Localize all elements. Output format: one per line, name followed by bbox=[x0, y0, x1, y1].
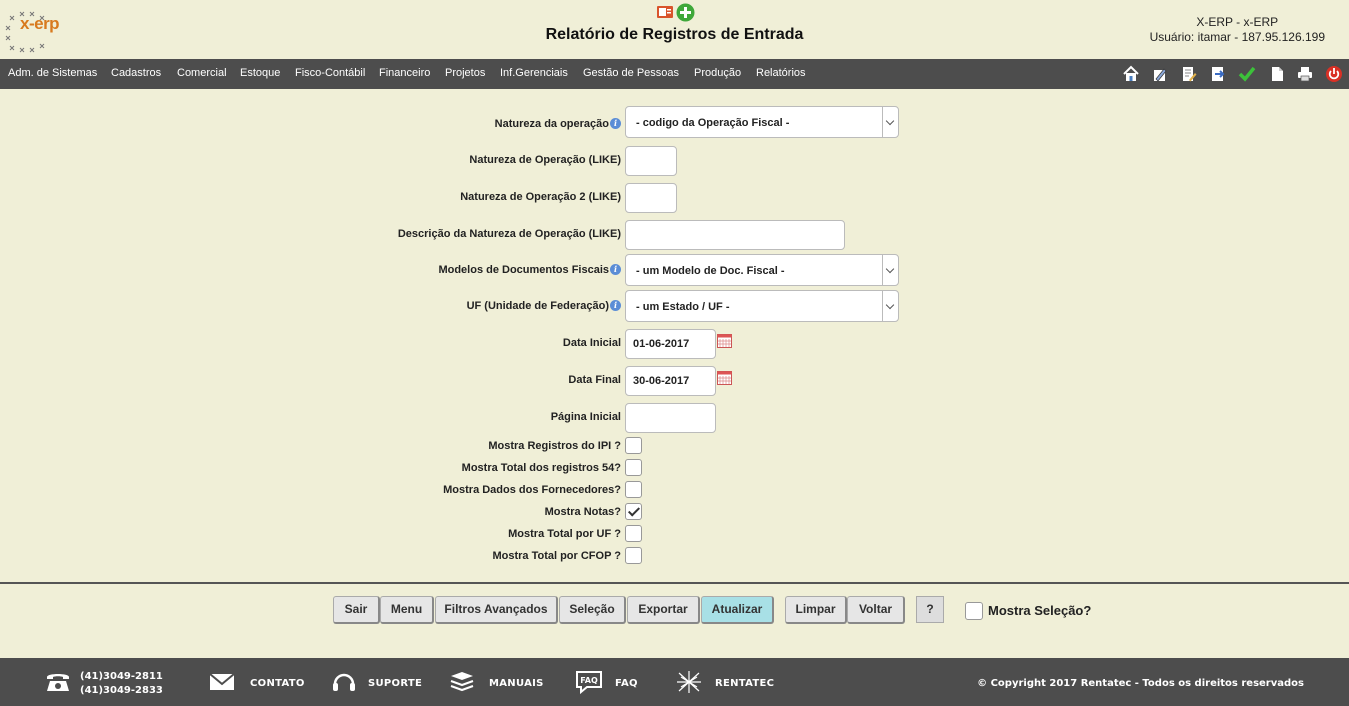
help-button[interactable]: ? bbox=[916, 596, 944, 623]
phone-2[interactable]: (41)3049-2833 bbox=[80, 684, 163, 698]
mail-icon bbox=[209, 673, 235, 690]
check-notas-label: Mostra Notas? bbox=[544, 506, 621, 518]
menu-relatorios[interactable]: Relatórios bbox=[756, 67, 806, 79]
natureza2-like-label: Natureza de Operação 2 (LIKE) bbox=[460, 191, 621, 203]
check-total-uf-label: Mostra Total por UF ? bbox=[508, 528, 621, 540]
user-info: X-ERP - x-ERP Usuário: itamar - 187.95.1… bbox=[1150, 15, 1325, 45]
headset-icon bbox=[333, 673, 355, 691]
phone-1[interactable]: (41)3049-2811 bbox=[80, 670, 163, 684]
export-icon[interactable] bbox=[1209, 65, 1227, 83]
menu-estoque[interactable]: Estoque bbox=[240, 67, 280, 79]
menu-adm-sistemas[interactable]: Adm. de Sistemas bbox=[8, 67, 97, 79]
menu-comercial[interactable]: Comercial bbox=[177, 67, 227, 79]
uf-value: - um Estado / UF - bbox=[636, 301, 730, 313]
phone-icon bbox=[47, 674, 69, 691]
check-total-uf[interactable] bbox=[625, 525, 642, 542]
pagina-inicial-input[interactable] bbox=[625, 403, 716, 433]
chevron-down-icon bbox=[882, 107, 898, 137]
manuais-link[interactable]: MANUAIS bbox=[489, 678, 544, 689]
edit-icon[interactable] bbox=[1151, 65, 1169, 83]
mostra-selecao-checkbox[interactable] bbox=[965, 602, 983, 620]
voltar-button[interactable]: Voltar bbox=[847, 596, 905, 624]
menu-projetos[interactable]: Projetos bbox=[445, 67, 485, 79]
chevron-down-icon bbox=[882, 255, 898, 285]
powerpoint-icon[interactable] bbox=[656, 3, 674, 21]
menu-gestao-pessoas[interactable]: Gestão de Pessoas bbox=[583, 67, 679, 79]
calendar-icon[interactable] bbox=[717, 371, 732, 385]
menu-button[interactable]: Menu bbox=[380, 596, 434, 624]
system-name: X-ERP - x-ERP bbox=[1196, 15, 1279, 29]
add-icon[interactable] bbox=[676, 3, 695, 22]
filtros-avancados-button[interactable]: Filtros Avançados bbox=[435, 596, 558, 624]
home-icon[interactable] bbox=[1122, 65, 1140, 83]
check-notas[interactable] bbox=[625, 503, 642, 520]
menu-financeiro[interactable]: Financeiro bbox=[379, 67, 430, 79]
faq-icon-text: FAQ bbox=[580, 676, 598, 685]
check-ipi[interactable] bbox=[625, 437, 642, 454]
uf-label: UF (Unidade de Federação) i bbox=[467, 300, 621, 312]
check-icon[interactable] bbox=[1238, 65, 1256, 83]
modelos-docs-label: Modelos de Documentos Fiscais i bbox=[438, 264, 621, 276]
uf-select[interactable]: - um Estado / UF - bbox=[625, 290, 899, 322]
exportar-button[interactable]: Exportar bbox=[627, 596, 700, 624]
menu-fisco-contabil[interactable]: Fisco-Contábil bbox=[295, 67, 365, 79]
limpar-button[interactable]: Limpar bbox=[785, 596, 847, 624]
menu-producao[interactable]: Produção bbox=[694, 67, 741, 79]
divider bbox=[0, 582, 1349, 584]
check-fornecedores-label: Mostra Dados dos Fornecedores? bbox=[443, 484, 621, 496]
new-document-icon[interactable] bbox=[1268, 65, 1286, 83]
data-final-label: Data Final bbox=[568, 374, 621, 386]
data-inicial-input[interactable]: 01-06-2017 bbox=[625, 329, 716, 359]
check-total-cfop-label: Mostra Total por CFOP ? bbox=[492, 550, 621, 562]
check-total-cfop[interactable] bbox=[625, 547, 642, 564]
check-ipi-label: Mostra Registros do IPI ? bbox=[488, 440, 621, 452]
check-registros54-label: Mostra Total dos registros 54? bbox=[461, 462, 621, 474]
descricao-like-label: Descrição da Natureza de Operação (LIKE) bbox=[397, 228, 621, 240]
modelos-docs-select[interactable]: - um Modelo de Doc. Fiscal - bbox=[625, 254, 899, 286]
info-icon[interactable]: i bbox=[610, 300, 621, 311]
pagina-inicial-label: Página Inicial bbox=[550, 411, 621, 423]
books-icon bbox=[450, 672, 474, 692]
mostra-selecao-label: Mostra Seleção? bbox=[988, 603, 1092, 618]
rentatec-icon bbox=[677, 671, 701, 693]
document-edit-icon[interactable] bbox=[1180, 65, 1198, 83]
top-icons bbox=[656, 3, 695, 22]
faq-link[interactable]: FAQ bbox=[615, 678, 638, 689]
faq-icon: FAQ bbox=[576, 671, 602, 695]
rentatec-link[interactable]: RENTATEC bbox=[715, 678, 774, 689]
calendar-icon[interactable] bbox=[717, 334, 732, 348]
menu-inf-gerenciais[interactable]: Inf.Gerenciais bbox=[500, 67, 568, 79]
contato-link[interactable]: CONTATO bbox=[250, 678, 305, 689]
chevron-down-icon bbox=[882, 291, 898, 321]
data-inicial-label: Data Inicial bbox=[562, 337, 621, 349]
main-menu: Adm. de Sistemas Cadastros Comercial Est… bbox=[0, 59, 1349, 89]
copyright: © Copyright 2017 Rentatec - Todos os dir… bbox=[977, 678, 1304, 689]
descricao-like-input[interactable] bbox=[625, 220, 845, 250]
check-fornecedores[interactable] bbox=[625, 481, 642, 498]
sair-button[interactable]: Sair bbox=[333, 596, 380, 624]
info-icon[interactable]: i bbox=[610, 118, 621, 129]
natureza-operacao-value: - codigo da Operação Fiscal - bbox=[636, 117, 790, 129]
natureza-like-input[interactable] bbox=[625, 146, 677, 176]
check-registros54[interactable] bbox=[625, 459, 642, 476]
atualizar-button[interactable]: Atualizar bbox=[701, 596, 774, 624]
selecao-button[interactable]: Seleção bbox=[559, 596, 626, 624]
header: x-erp Relatório de Registros de Entrada … bbox=[0, 0, 1349, 59]
suporte-link[interactable]: SUPORTE bbox=[368, 678, 422, 689]
info-icon[interactable]: i bbox=[610, 264, 621, 275]
natureza-operacao-select[interactable]: - codigo da Operação Fiscal - bbox=[625, 106, 899, 138]
natureza-like-label: Natureza de Operação (LIKE) bbox=[469, 154, 621, 166]
menu-cadastros[interactable]: Cadastros bbox=[111, 67, 161, 79]
user-name: Usuário: itamar - 187.95.126.199 bbox=[1149, 30, 1325, 44]
footer: (41)3049-2811 (41)3049-2833 CONTATO SUPO… bbox=[0, 658, 1349, 706]
power-icon[interactable] bbox=[1325, 65, 1343, 83]
modelos-docs-value: - um Modelo de Doc. Fiscal - bbox=[636, 265, 785, 277]
print-icon[interactable] bbox=[1296, 65, 1314, 83]
phone-numbers: (41)3049-2811 (41)3049-2833 bbox=[80, 670, 163, 698]
data-final-input[interactable]: 30-06-2017 bbox=[625, 366, 716, 396]
natureza-operacao-label: Natureza da operação i bbox=[495, 118, 621, 130]
natureza2-like-input[interactable] bbox=[625, 183, 677, 213]
page-title: Relatório de Registros de Entrada bbox=[545, 26, 804, 43]
